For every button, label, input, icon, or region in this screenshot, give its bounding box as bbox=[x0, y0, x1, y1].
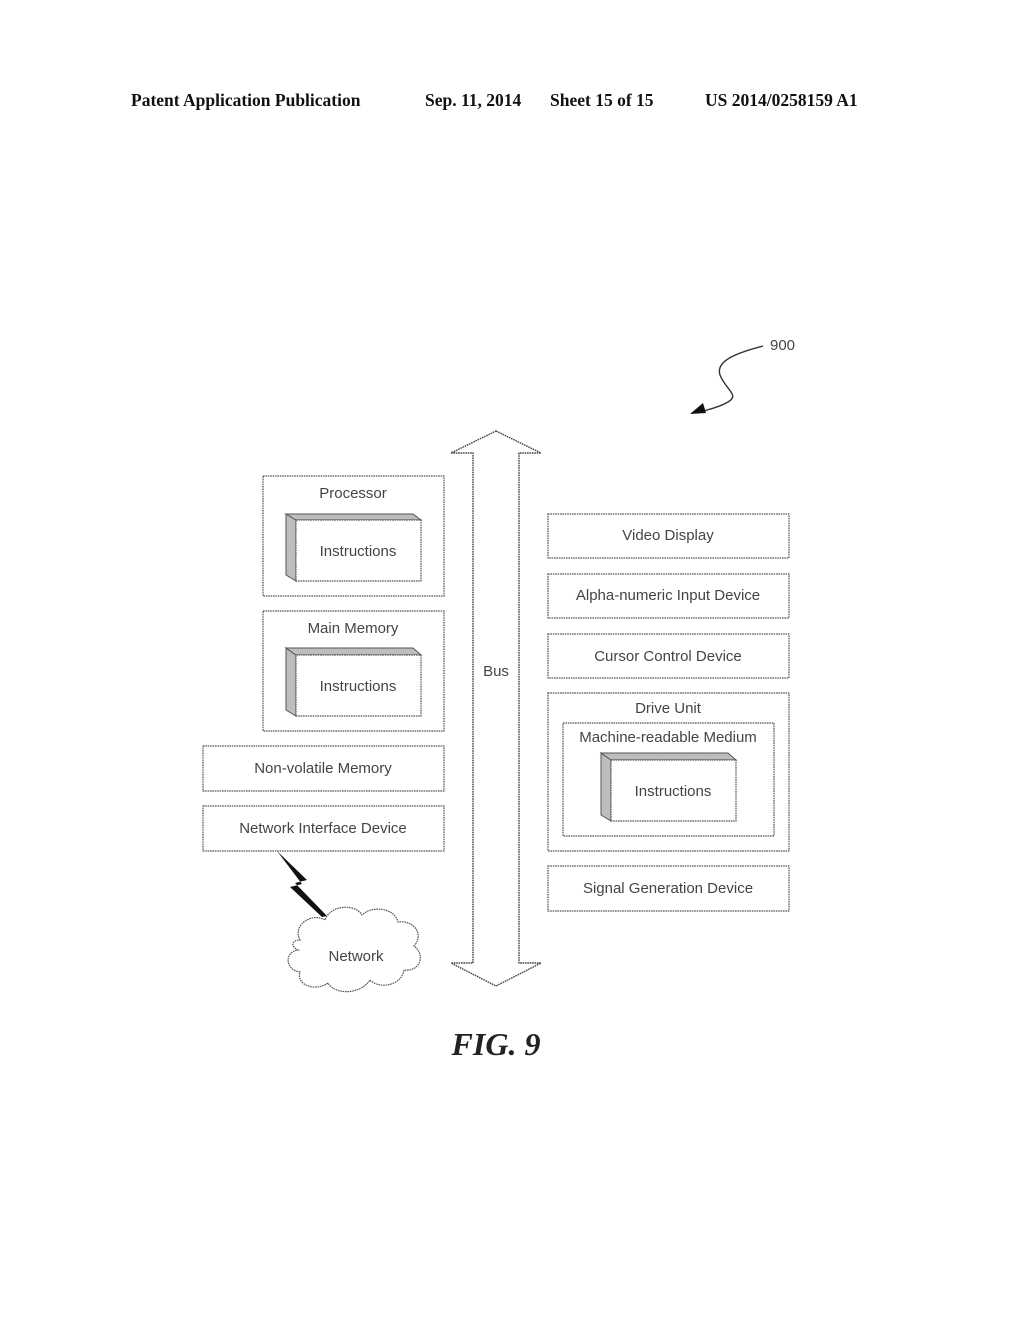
bus-label: Bus bbox=[483, 663, 509, 680]
main-memory-instructions-block: Instructions bbox=[284, 647, 423, 717]
bus: Bus bbox=[450, 430, 542, 987]
instructions-side-face bbox=[600, 752, 612, 822]
video-display-label: Video Display bbox=[622, 527, 714, 544]
wireless-link-icon bbox=[277, 851, 327, 917]
instructions-side-face bbox=[285, 647, 297, 717]
processor-label: Processor bbox=[319, 485, 387, 502]
signal-generation-device-label: Signal Generation Device bbox=[583, 880, 753, 897]
reference-leader-line bbox=[699, 345, 764, 413]
network-cloud: Network bbox=[287, 906, 421, 993]
figure-diagram: 900 Bus Processor Instructions Main Memo… bbox=[202, 337, 795, 1062]
non-volatile-memory-block: Non-volatile Memory bbox=[202, 745, 445, 792]
non-volatile-memory-label: Non-volatile Memory bbox=[254, 760, 392, 777]
video-display-block: Video Display bbox=[547, 513, 790, 559]
processor-block: Processor Instructions bbox=[262, 475, 445, 597]
drive-unit-instructions-block: Instructions bbox=[599, 752, 738, 822]
figure-caption: FIG. 9 bbox=[451, 1026, 541, 1062]
processor-instructions-block: Instructions bbox=[284, 513, 423, 582]
instructions-top-face bbox=[284, 647, 423, 656]
cursor-control-device-block: Cursor Control Device bbox=[547, 633, 790, 679]
cursor-control-device-label: Cursor Control Device bbox=[594, 648, 742, 665]
instructions-top-face bbox=[599, 752, 738, 761]
network-interface-device-block: Network Interface Device bbox=[202, 805, 445, 852]
network-label: Network bbox=[328, 948, 384, 965]
drive-unit-instructions-label: Instructions bbox=[635, 783, 712, 800]
reference-arrowhead-icon bbox=[690, 403, 706, 414]
reference-900: 900 bbox=[690, 337, 795, 414]
machine-readable-medium-label: Machine-readable Medium bbox=[579, 729, 757, 746]
main-memory-label: Main Memory bbox=[308, 620, 399, 637]
drive-unit-block: Drive Unit Machine-readable Medium Instr… bbox=[547, 692, 790, 852]
main-memory-block: Main Memory Instructions bbox=[262, 610, 445, 732]
instructions-top-face bbox=[284, 513, 423, 521]
bus-double-arrow bbox=[450, 430, 542, 987]
network-interface-device-label: Network Interface Device bbox=[239, 820, 407, 837]
alpha-numeric-input-device-block: Alpha-numeric Input Device bbox=[547, 573, 790, 619]
alpha-numeric-input-device-label: Alpha-numeric Input Device bbox=[576, 587, 760, 604]
processor-instructions-label: Instructions bbox=[320, 543, 397, 560]
reference-numeral: 900 bbox=[770, 337, 795, 354]
signal-generation-device-block: Signal Generation Device bbox=[547, 865, 790, 912]
instructions-side-face bbox=[285, 513, 297, 582]
main-memory-instructions-label: Instructions bbox=[320, 678, 397, 695]
drive-unit-label: Drive Unit bbox=[635, 700, 702, 717]
